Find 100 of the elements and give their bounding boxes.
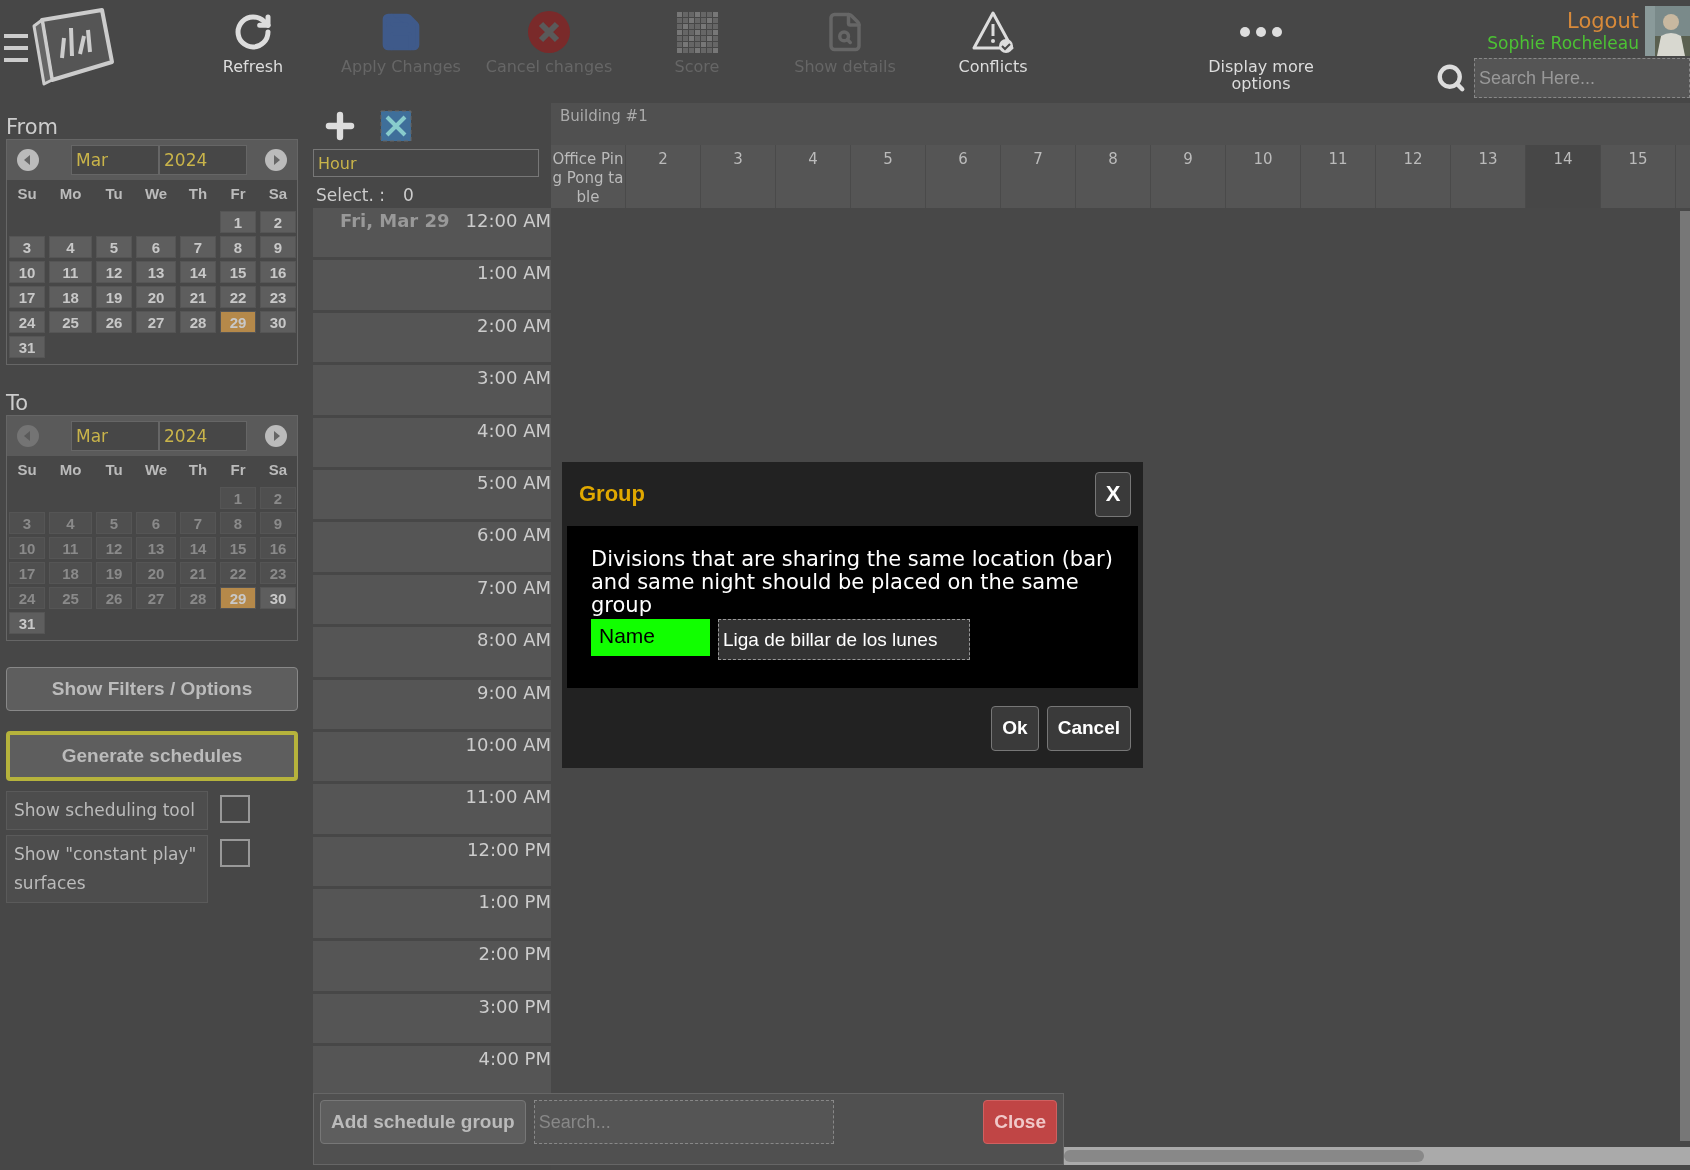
calendar-day: 21 [180, 562, 216, 584]
calendar-day[interactable]: 28 [180, 311, 216, 333]
calendar-day: 13 [136, 537, 176, 559]
year-field[interactable]: 2024 [159, 145, 247, 175]
calendar-day[interactable]: 5 [96, 236, 132, 258]
calendar-day: 18 [49, 562, 92, 584]
calendar-day[interactable]: 2 [260, 211, 296, 233]
weekday-label: Th [187, 460, 209, 480]
calendar-day[interactable]: 24 [9, 311, 45, 333]
time-label: 4:00 PM [478, 1048, 551, 1072]
user-name: Sophie Rocheleau [1487, 33, 1639, 53]
column-header: Office Ping Pong table [551, 145, 626, 208]
toolbar-button[interactable]: Refresh [179, 6, 327, 92]
calendar-day: 3 [9, 512, 45, 534]
weekday-label: We [143, 460, 169, 480]
calendar-day: 24 [9, 587, 45, 609]
weekday-label: Tu [104, 460, 124, 480]
weekday-label: Mo [58, 184, 83, 204]
calendar-day[interactable]: 25 [49, 311, 92, 333]
show-filters-button[interactable]: Show Filters / Options [6, 667, 298, 711]
weekday-label: Fr [229, 460, 247, 480]
dialog-button[interactable]: Ok [991, 705, 1039, 751]
generate-button[interactable]: Generate schedules [6, 731, 298, 781]
close-button[interactable]: X [1095, 471, 1131, 517]
weekday-label: Mo [58, 460, 83, 480]
calendar-day: 7 [180, 512, 216, 534]
time-label: 5:00 AM [477, 471, 551, 495]
calendar-day[interactable]: 21 [180, 286, 216, 308]
calendar-day[interactable]: 12 [96, 261, 132, 283]
toolbar-button[interactable]: Conflicts [919, 6, 1067, 92]
dialog-button[interactable]: Cancel [1046, 705, 1131, 751]
time-label: 2:00 PM [478, 943, 551, 967]
calendar-day: 19 [96, 562, 132, 584]
calendar-day[interactable]: 26 [96, 311, 132, 333]
option-label: Show scheduling tool [6, 791, 208, 830]
time-label: 2:00 AM [477, 314, 551, 338]
calendar-day[interactable]: 30 [260, 587, 296, 609]
calendar-day[interactable]: 11 [49, 261, 92, 283]
weekday-label: Su [16, 460, 38, 480]
close-button[interactable]: Close [983, 1100, 1057, 1144]
year-field[interactable]: 2024 [159, 421, 247, 451]
time-label: 7:00 AM [477, 576, 551, 600]
calendar-day[interactable]: 10 [9, 261, 45, 283]
calendar-day[interactable]: 31 [9, 336, 45, 358]
time-label: 11:00 AM [465, 786, 551, 810]
calendar-day[interactable]: 8 [220, 236, 256, 258]
time-label: 10:00 AM [465, 733, 551, 757]
calendar-day: 4 [49, 512, 92, 534]
calendar-day[interactable]: 18 [49, 286, 92, 308]
time-label: 3:00 AM [477, 367, 551, 391]
time-label: 4:00 AM [477, 419, 551, 443]
calendar-day[interactable]: 30 [260, 311, 296, 333]
month-field[interactable]: Mar [71, 421, 159, 451]
calendar-day: 1 [220, 487, 256, 509]
time-label: 12:00 AM [465, 210, 551, 233]
calendar-day[interactable]: 31 [9, 612, 45, 634]
calendar-day[interactable]: 22 [220, 286, 256, 308]
weekday-label: Th [187, 184, 209, 204]
calendar-day: 28 [180, 587, 216, 609]
calendar-day: 11 [49, 537, 92, 559]
calendar-day[interactable]: 17 [9, 286, 45, 308]
calendar-day[interactable]: 14 [180, 261, 216, 283]
add-group-button[interactable]: Add schedule group [320, 1100, 526, 1144]
time-label: 1:00 AM [477, 262, 551, 286]
name-field[interactable]: Liga de billar de los lunes [718, 619, 970, 660]
calendar-day: 2 [260, 487, 296, 509]
calendar-day: 17 [9, 562, 45, 584]
calendar-day: 10 [9, 537, 45, 559]
calendar-day[interactable]: 15 [220, 261, 256, 283]
calendar-day[interactable]: 4 [49, 236, 92, 258]
calendar-day: 9 [260, 512, 296, 534]
calendar-day[interactable]: 1 [220, 211, 256, 233]
calendar-day[interactable]: 13 [136, 261, 176, 283]
calendar-day: 16 [260, 537, 296, 559]
calendar-day[interactable]: 20 [136, 286, 176, 308]
logout-link[interactable]: Logout [1567, 9, 1639, 33]
toolbar-button[interactable]: Display more options [1187, 6, 1335, 92]
calendar-day[interactable]: 3 [9, 236, 45, 258]
field-label: Name [591, 619, 710, 656]
calendar-day[interactable]: 27 [136, 311, 176, 333]
select-label: Select. : [316, 185, 385, 205]
calendar-day[interactable]: 7 [180, 236, 216, 258]
weekday-label: We [143, 184, 169, 204]
calendar-day[interactable]: 6 [136, 236, 176, 258]
option-label: Show "constant play" surfaces [6, 835, 208, 903]
calendar-day[interactable]: 16 [260, 261, 296, 283]
calendar-day[interactable]: 23 [260, 286, 296, 308]
calendar-day: 23 [260, 562, 296, 584]
weekday-label: Sa [267, 184, 289, 204]
calendar-day: 6 [136, 512, 176, 534]
dialog-title: Group [579, 481, 645, 507]
hour-field[interactable]: Hour [313, 149, 539, 177]
calendar-day[interactable]: 19 [96, 286, 132, 308]
calendar-day[interactable]: 9 [260, 236, 296, 258]
calendar-day: 8 [220, 512, 256, 534]
calendar-day: 20 [136, 562, 176, 584]
time-label: 8:00 AM [477, 629, 551, 653]
search-field[interactable]: Search Here... [1474, 58, 1690, 98]
calendar-day: 27 [136, 587, 176, 609]
month-field[interactable]: Mar [71, 145, 159, 175]
